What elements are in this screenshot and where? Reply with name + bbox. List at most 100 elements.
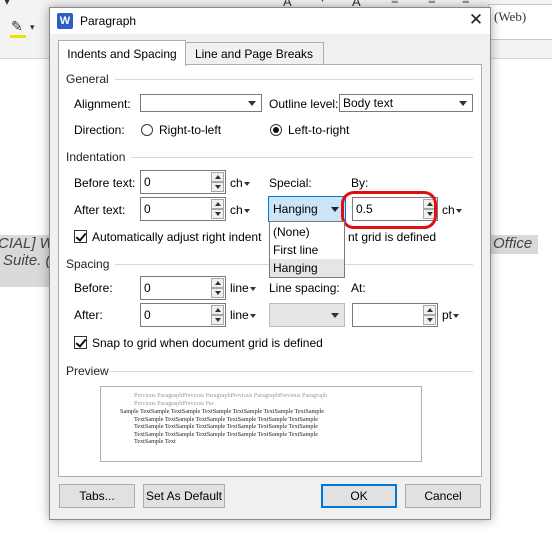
chevron-down-icon[interactable]: ▾ (30, 22, 35, 33)
special-option-hanging[interactable]: Hanging (270, 259, 344, 277)
special-option-none[interactable]: (None) (270, 223, 344, 241)
chevron-down-icon (249, 313, 256, 318)
ltr-label[interactable]: Left-to-right (288, 123, 349, 137)
snap-to-grid-label[interactable]: Snap to grid when document grid is defin… (92, 336, 323, 350)
rtl-radio[interactable] (141, 124, 153, 136)
spacing-before-spinner[interactable]: 0 (140, 276, 226, 300)
spin-up-icon[interactable] (211, 172, 224, 182)
rtl-label[interactable]: Right-to-left (159, 123, 221, 137)
special-option-first-line[interactable]: First line (270, 241, 344, 259)
unit-text: ch (230, 203, 243, 217)
auto-adjust-label-tail: nt grid is defined (348, 230, 437, 244)
chevron-down-icon (331, 207, 339, 212)
spacing-after-unit[interactable]: line (230, 308, 256, 322)
chevron-down-icon (248, 101, 256, 106)
tabs-button[interactable]: Tabs... (59, 484, 135, 508)
before-text-spinner[interactable]: 0 (140, 170, 226, 194)
font-style-icon[interactable]: ▾ (4, 0, 10, 8)
chevron-down-icon (459, 101, 467, 106)
alignment-select[interactable] (140, 94, 262, 112)
special-label: Special: (269, 176, 312, 190)
auto-adjust-label[interactable]: Automatically adjust right indent (92, 230, 261, 244)
word-app-icon: W (57, 13, 73, 29)
special-select[interactable]: Hanging (268, 196, 346, 222)
preview-line: TextSample TextSample TextSample TextSam… (134, 423, 318, 430)
preview-line: Previous ParagraphPrevious ParagraphPrev… (134, 392, 328, 399)
preview-line: TextSample Text (134, 438, 176, 445)
at-unit[interactable]: pt (442, 308, 460, 322)
cancel-button[interactable]: Cancel (405, 484, 481, 508)
indentation-section-header: Indentation (66, 150, 126, 164)
unit-text: line (230, 281, 249, 295)
spin-down-icon[interactable] (211, 288, 224, 298)
after-text-label: After text: (74, 203, 126, 217)
line-spacing-select[interactable] (269, 303, 345, 327)
outline-level-select[interactable]: Body text (339, 94, 473, 112)
document-text-line: Suite. ( (3, 252, 51, 269)
spacing-section-header: Spacing (66, 257, 110, 271)
web-layout-tab[interactable]: (Web) (488, 4, 552, 40)
after-text-unit[interactable]: ch (230, 203, 250, 217)
document-text-right: Office (490, 235, 538, 254)
chevron-down-icon (453, 313, 460, 318)
section-divider (109, 371, 473, 372)
ok-button[interactable]: OK (321, 484, 397, 508)
at-spinner[interactable] (352, 303, 438, 327)
spin-up-icon[interactable] (423, 305, 436, 315)
indent-icon[interactable]: ≡ (428, 0, 436, 7)
spin-down-icon[interactable] (423, 315, 436, 325)
section-divider (131, 157, 473, 158)
snap-to-grid-checkbox[interactable] (74, 336, 87, 349)
list-icon[interactable]: ≡ (391, 0, 399, 7)
by-unit[interactable]: ch (442, 203, 462, 217)
font-color-dropdown-icon[interactable]: ▾ (320, 0, 325, 5)
unit-text: line (230, 308, 249, 322)
spin-up-icon[interactable] (211, 199, 224, 209)
after-text-spinner[interactable]: 0 (140, 197, 226, 221)
by-label: By: (351, 176, 369, 190)
spin-up-icon[interactable] (211, 305, 224, 315)
document-text-line: CIAL] W (0, 235, 54, 252)
before-text-label: Before text: (74, 176, 136, 190)
preview-line: TextSample TextSample TextSample TextSam… (134, 430, 318, 438)
preview-sample-text: Sample TextSample TextSample TextSample … (120, 408, 414, 446)
unit-text: pt (442, 308, 453, 322)
spacing-after-label: After: (74, 308, 103, 322)
spacing-after-spinner[interactable]: 0 (140, 303, 226, 327)
chevron-down-icon (249, 286, 256, 291)
document-text-line: Office (493, 235, 533, 252)
chevron-down-icon (243, 181, 250, 186)
close-icon[interactable]: ✕ (466, 10, 486, 30)
sort-icon[interactable]: ≡ (462, 0, 470, 7)
dialog-titlebar[interactable]: W Paragraph ✕ (50, 8, 490, 34)
spin-down-icon[interactable] (211, 209, 224, 219)
spin-down-icon[interactable] (211, 315, 224, 325)
highlight-pen-icon[interactable]: ✎ (11, 18, 23, 35)
spin-down-icon[interactable] (211, 182, 224, 192)
spacing-after-value: 0 (144, 308, 151, 322)
spin-up-icon[interactable] (211, 278, 224, 288)
chevron-down-icon (243, 208, 250, 213)
document-text-left: CIAL] W Suite. ( (0, 235, 55, 287)
outline-level-label: Outline level: (269, 97, 339, 111)
outline-level-value: Body text (343, 96, 394, 110)
dialog-title: Paragraph (80, 14, 137, 28)
ltr-radio[interactable] (270, 124, 282, 136)
chevron-down-icon (455, 208, 462, 213)
unit-text: ch (442, 203, 455, 217)
before-text-value: 0 (144, 175, 151, 189)
preview-line: Sample TextSample TextSample TextSample … (120, 408, 324, 415)
spacing-before-value: 0 (144, 281, 151, 295)
preview-previous-paragraph: Previous ParagraphPrevious ParagraphPrev… (134, 392, 414, 407)
tab-line-and-page-breaks[interactable]: Line and Page Breaks (184, 42, 324, 65)
before-text-unit[interactable]: ch (230, 176, 250, 190)
chevron-down-icon (331, 313, 339, 318)
highlight-annotation-ring (341, 191, 437, 229)
special-value: Hanging (273, 202, 318, 216)
preview-line: TextSample TextSample TextSample TextSam… (134, 415, 318, 423)
preview-section-header: Preview (66, 364, 109, 378)
set-as-default-button[interactable]: Set As Default (143, 484, 225, 508)
spacing-before-unit[interactable]: line (230, 281, 256, 295)
tab-indents-and-spacing[interactable]: Indents and Spacing (58, 40, 186, 66)
auto-adjust-checkbox[interactable] (74, 230, 87, 243)
